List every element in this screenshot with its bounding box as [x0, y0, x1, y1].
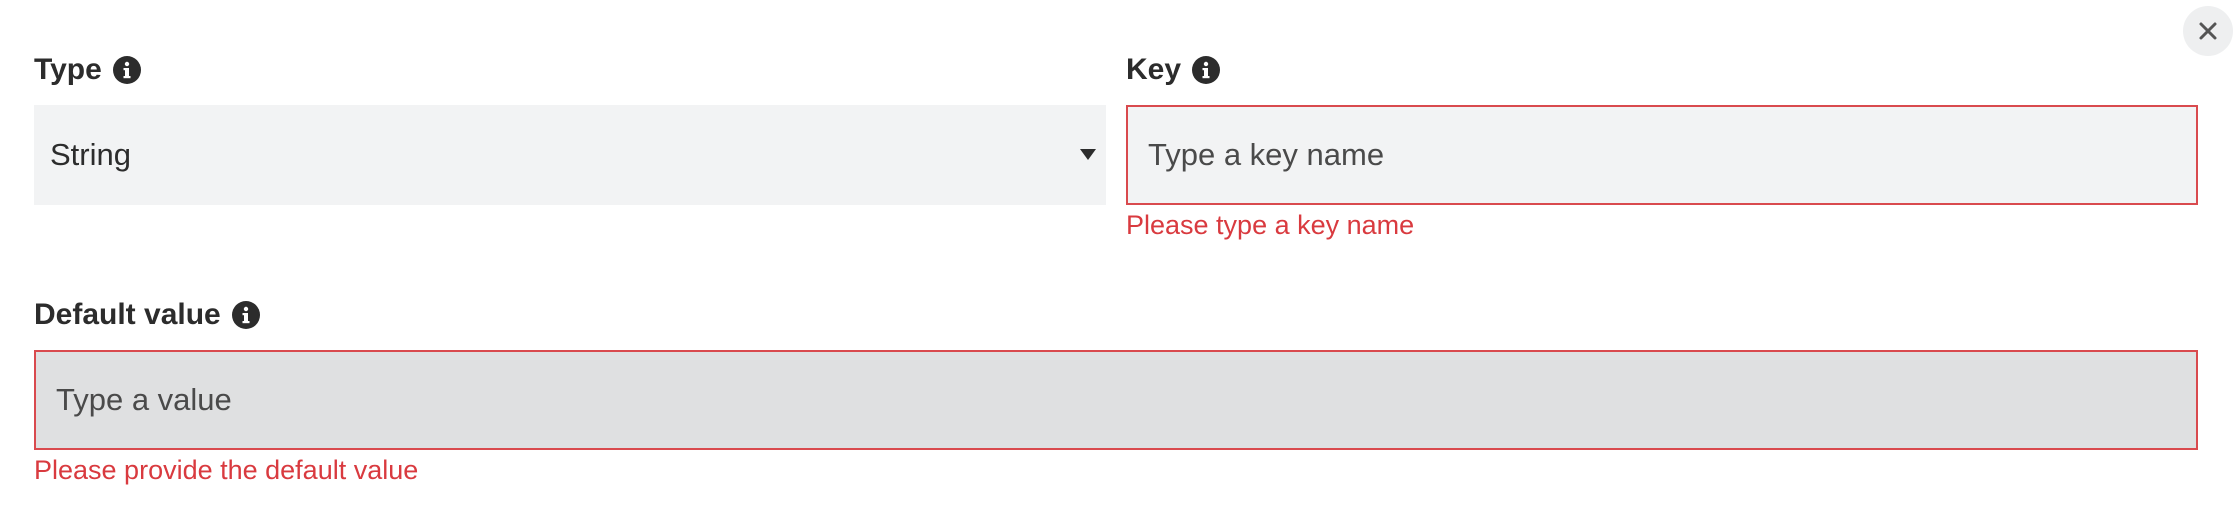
- close-button[interactable]: [2183, 6, 2233, 56]
- info-icon[interactable]: [1192, 56, 1221, 84]
- type-select[interactable]: String: [34, 105, 1106, 205]
- default-value-field-label: Default value: [34, 295, 260, 335]
- key-field-label: Key: [1126, 50, 1221, 90]
- info-icon[interactable]: [112, 56, 141, 84]
- close-icon: [2199, 22, 2217, 40]
- default-value-label-text: Default value: [34, 298, 221, 331]
- default-value-error-message: Please provide the default value: [34, 455, 419, 485]
- key-label-text: Key: [1126, 53, 1182, 86]
- type-selected-value: String: [50, 137, 131, 172]
- type-field-label: Type: [34, 50, 141, 90]
- type-label-text: Type: [34, 53, 102, 86]
- default-value-placeholder: Type a value: [56, 382, 232, 417]
- info-icon[interactable]: [231, 301, 260, 329]
- key-input[interactable]: Type a key name: [1126, 105, 2198, 205]
- key-input-placeholder: Type a key name: [1148, 137, 1385, 172]
- default-value-input[interactable]: Type a value: [34, 350, 2198, 450]
- caret-down-icon: [1080, 149, 1096, 160]
- key-error-message: Please type a key name: [1126, 210, 1415, 240]
